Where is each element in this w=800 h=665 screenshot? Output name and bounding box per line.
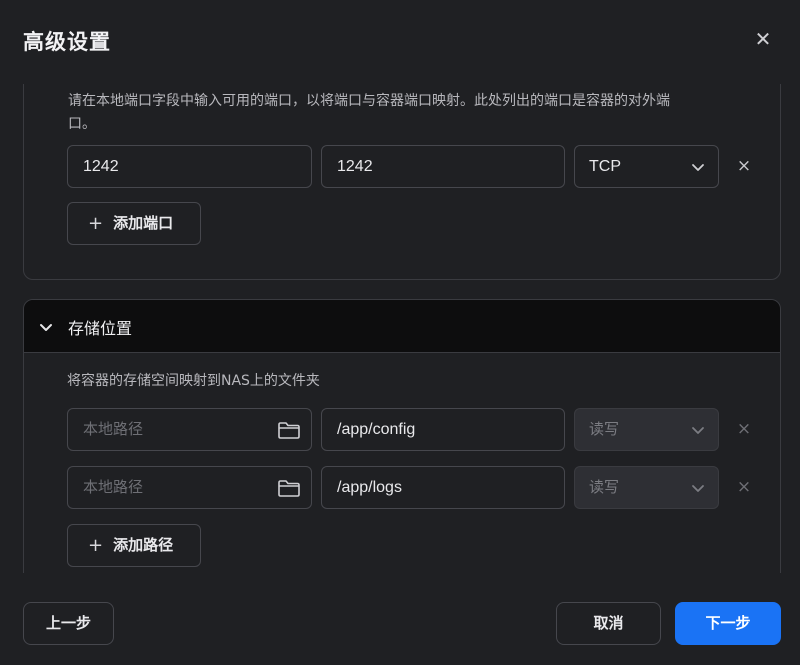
add-path-label: 添加路径 (113, 536, 174, 554)
remove-port-icon[interactable]: × (735, 157, 753, 175)
remove-path-icon[interactable]: × (735, 420, 753, 438)
port-mapping-section: 请在本地端口字段中输入可用的端口，以将端口与容器端口映射。此处列出的端口是容器的… (23, 84, 781, 280)
plus-icon: + (88, 213, 104, 234)
dialog-title: 高级设置 (23, 30, 111, 54)
container-path-input[interactable]: /app/logs (321, 466, 565, 509)
add-port-button[interactable]: + 添加端口 (67, 202, 201, 245)
container-port-input[interactable]: 1242 (321, 145, 565, 188)
storage-section-title: 存储位置 (68, 319, 133, 338)
access-mode-value: 读写 (589, 478, 620, 496)
next-step-button[interactable]: 下一步 (675, 602, 781, 645)
add-port-label: 添加端口 (113, 214, 174, 232)
local-path-input[interactable]: 本地路径 (67, 466, 312, 509)
remove-path-icon[interactable]: × (735, 478, 753, 496)
settings-scroll-area[interactable]: 请在本地端口字段中输入可用的端口，以将端口与容器端口映射。此处列出的端口是容器的… (0, 84, 800, 573)
chevron-down-icon (692, 485, 704, 492)
cancel-button[interactable]: 取消 (556, 602, 661, 645)
container-path-input[interactable]: /app/config (321, 408, 565, 451)
chevron-down-icon (692, 164, 704, 171)
port-hint-line-2: 口。 (68, 116, 96, 132)
advanced-settings-dialog: 高级设置 ✕ 请在本地端口字段中输入可用的端口，以将端口与容器端口映射。此处列出… (0, 0, 800, 665)
storage-section: 存储位置 将容器的存储空间映射到NAS上的文件夹 本地路径 /app/confi… (23, 299, 781, 573)
access-mode-select: 读写 (574, 466, 719, 509)
folder-icon[interactable] (277, 478, 301, 498)
plus-icon: + (88, 535, 104, 556)
port-hint: 请在本地端口字段中输入可用的端口，以将端口与容器端口映射。此处列出的端口是容器的… (68, 90, 768, 136)
close-icon[interactable]: ✕ (752, 28, 774, 50)
local-path-input[interactable]: 本地路径 (67, 408, 312, 451)
storage-section-header[interactable]: 存储位置 (24, 300, 780, 353)
protocol-select[interactable]: TCP (574, 145, 719, 188)
storage-hint: 将容器的存储空间映射到NAS上的文件夹 (67, 373, 320, 389)
local-path-placeholder: 本地路径 (83, 420, 144, 438)
chevron-down-icon (692, 427, 704, 434)
local-port-input[interactable]: 1242 (67, 145, 312, 188)
local-path-placeholder: 本地路径 (83, 478, 144, 496)
previous-step-button[interactable]: 上一步 (23, 602, 114, 645)
access-mode-select: 读写 (574, 408, 719, 451)
protocol-value: TCP (589, 158, 621, 175)
access-mode-value: 读写 (589, 420, 620, 438)
chevron-down-icon (40, 324, 52, 331)
add-path-button[interactable]: + 添加路径 (67, 524, 201, 567)
port-hint-line-1: 请在本地端口字段中输入可用的端口，以将端口与容器端口映射。此处列出的端口是容器的… (68, 93, 670, 109)
folder-icon[interactable] (277, 420, 301, 440)
